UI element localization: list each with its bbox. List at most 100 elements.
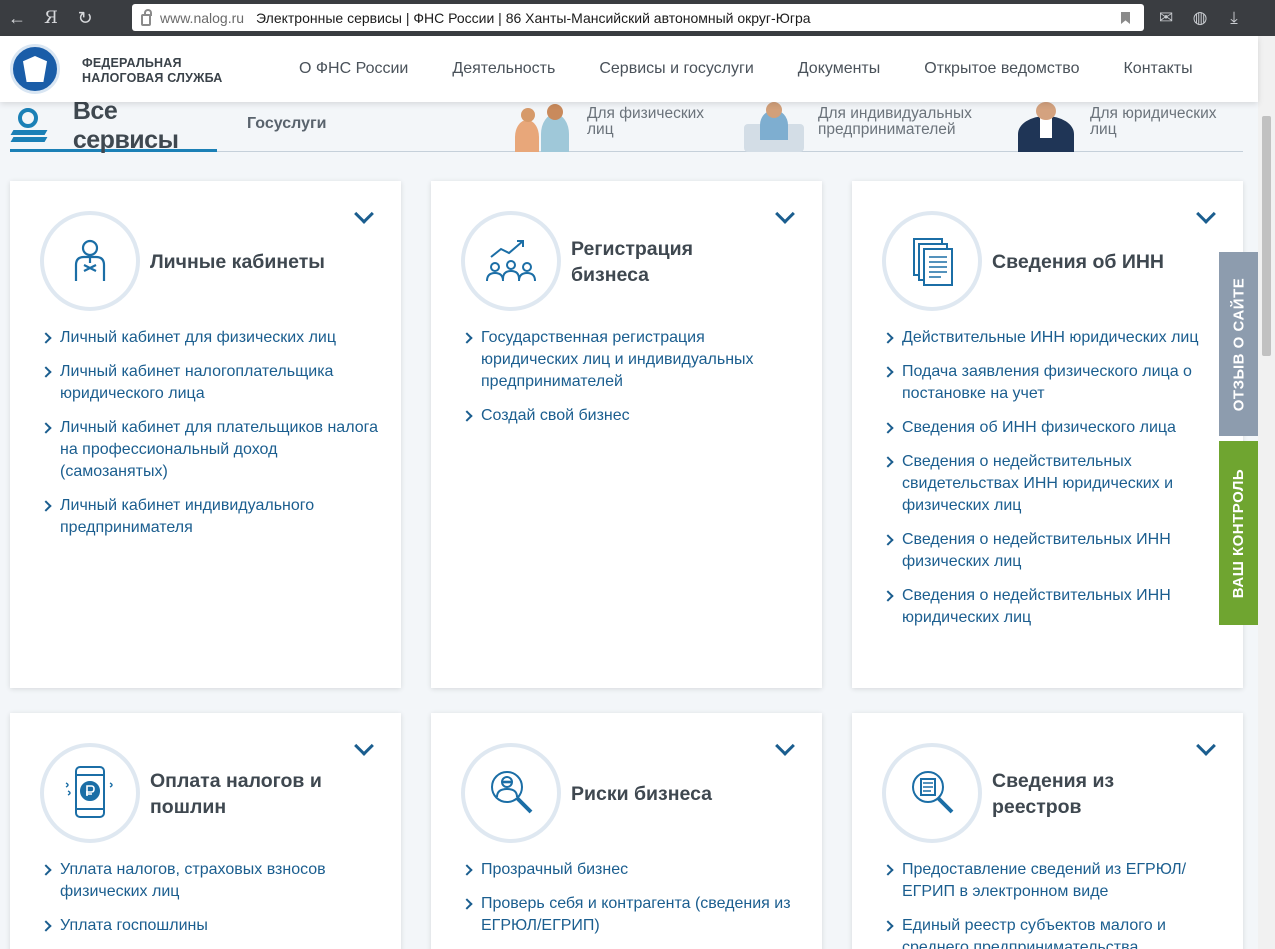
card-title[interactable]: Сведения из реестров: [992, 768, 1114, 820]
card-title-line: реестров: [992, 796, 1082, 818]
lock-icon: [132, 8, 160, 26]
card-business-risks: Риски бизнеса Прозрачный бизнес Проверь …: [431, 713, 822, 949]
phone-ruble-icon: [40, 743, 140, 843]
card-links: Личный кабинет для физических лиц Личный…: [40, 327, 379, 551]
nav-item-services[interactable]: Сервисы и госуслуги: [599, 60, 753, 78]
feedback-side-tab[interactable]: ОТЗЫВ О САЙТЕ: [1219, 252, 1258, 436]
card-links: Уплата налогов, страховых взносов физиче…: [40, 859, 379, 949]
tab-entrepreneurs[interactable]: Для индивидуальных предпринимателей: [738, 102, 998, 152]
entrepreneurs-label-line2: предпринимателей: [818, 121, 956, 138]
list-item[interactable]: Личный кабинет налогоплательщика юридиче…: [40, 361, 379, 405]
card-links: Предоставление сведений из ЕГРЮЛ/ЕГРИП в…: [882, 859, 1221, 949]
individuals-label-line2: лиц: [587, 121, 614, 138]
documents-icon: [882, 211, 982, 311]
nav-item-contacts[interactable]: Контакты: [1123, 60, 1192, 78]
mail-icon[interactable]: ✉: [1154, 6, 1178, 30]
card-title-line: Риски бизнеса: [571, 783, 713, 805]
chevron-down-icon[interactable]: [775, 204, 795, 224]
legal-entities-label-line2: лиц: [1090, 121, 1117, 138]
list-item[interactable]: Прозрачный бизнес: [461, 859, 800, 881]
chevron-down-icon[interactable]: [1196, 736, 1216, 756]
back-button[interactable]: ←: [0, 0, 34, 36]
address-bar[interactable]: www.nalog.ru Электронные сервисы | ФНС Р…: [132, 4, 1144, 31]
list-item[interactable]: Сведения об ИНН физического лица: [882, 417, 1221, 439]
list-item[interactable]: Предоставление сведений из ЕГРЮЛ/ЕГРИП в…: [882, 859, 1221, 903]
growth-chart-icon: [461, 211, 561, 311]
list-item[interactable]: Проверь себя и контрагента (сведения из …: [461, 893, 800, 937]
card-title[interactable]: Риски бизнеса: [571, 781, 712, 807]
main-nav: О ФНС России Деятельность Сервисы и госу…: [277, 36, 1215, 102]
tab-individuals[interactable]: Для физических лиц: [507, 102, 727, 152]
logo-text[interactable]: ФЕДЕРАЛЬНАЯ НАЛОГОВАЯ СЛУЖБА: [82, 56, 223, 86]
logo-text-line2: НАЛОГОВАЯ СЛУЖБА: [82, 71, 223, 85]
control-side-tab[interactable]: ВАШ КОНТРОЛЬ: [1219, 441, 1258, 625]
legal-entities-label-line1: Для юридических: [1090, 105, 1217, 122]
tab-all-services-label: Все сервисы: [72, 96, 179, 154]
list-item[interactable]: Уплата налогов, страховых взносов физиче…: [40, 859, 379, 903]
card-title[interactable]: Сведения об ИНН: [992, 249, 1164, 275]
individuals-label-line1: Для физических: [587, 105, 705, 122]
magnifier-document-icon: [882, 743, 982, 843]
page-scrollbar[interactable]: [1258, 36, 1275, 949]
fns-logo-emblem[interactable]: [10, 44, 60, 94]
scrollbar-thumb[interactable]: [1262, 116, 1271, 356]
person-icon: [40, 211, 140, 311]
services-gear-icon: [10, 106, 48, 146]
card-title[interactable]: Регистрация бизнеса: [571, 236, 693, 288]
list-item[interactable]: Сведения о недействительных ИНН юридичес…: [882, 585, 1221, 629]
list-item[interactable]: Создай свой бизнес: [461, 405, 800, 427]
card-personal-accounts: Личные кабинеты Личный кабинет для физич…: [10, 181, 401, 688]
list-item[interactable]: Действительные ИНН юридических лиц: [882, 327, 1221, 349]
list-item[interactable]: Личный кабинет для плательщиков налога н…: [40, 417, 379, 483]
globe-icon[interactable]: ◍: [1188, 6, 1212, 30]
card-business-registration: Регистрация бизнеса Государственная реги…: [431, 181, 822, 688]
card-title-line: Регистрация: [571, 238, 693, 260]
tab-legal-entities[interactable]: Для юридических лиц: [1010, 102, 1243, 152]
nav-item-documents[interactable]: Документы: [798, 60, 880, 78]
individuals-photo: [507, 102, 579, 152]
nav-item-activity[interactable]: Деятельность: [452, 60, 555, 78]
list-item[interactable]: Уплата госпошлины: [40, 915, 379, 937]
list-item[interactable]: Государственная регистрация юридических …: [461, 327, 800, 393]
chevron-down-icon[interactable]: [775, 736, 795, 756]
url-page-title: Электронные сервисы | ФНС России | 86 Ха…: [256, 9, 811, 26]
list-item[interactable]: Единый реестр субъектов малого и среднег…: [882, 915, 1221, 949]
card-title[interactable]: Личные кабинеты: [150, 249, 325, 275]
chevron-down-icon[interactable]: [354, 204, 374, 224]
browser-toolbar: ← Я ↻ www.nalog.ru Электронные сервисы |…: [0, 0, 1275, 36]
card-title-line: Оплата налогов и: [150, 770, 322, 792]
entrepreneurs-photo: [738, 102, 810, 152]
nav-item-open-agency[interactable]: Открытое ведомство: [924, 60, 1079, 78]
card-title-line: Сведения об ИНН: [992, 251, 1164, 273]
chevron-down-icon[interactable]: [354, 736, 374, 756]
list-item[interactable]: Сведения о недействительных свидетельств…: [882, 451, 1221, 517]
legal-entities-photo: [1010, 102, 1082, 152]
card-links: Прозрачный бизнес Проверь себя и контраг…: [461, 859, 800, 949]
bookmark-icon[interactable]: [1121, 12, 1130, 24]
list-item[interactable]: Подача заявления физического лица о пост…: [882, 361, 1221, 405]
nav-item-about[interactable]: О ФНС России: [299, 60, 408, 78]
card-title[interactable]: Оплата налогов и пошлин: [150, 768, 322, 820]
logo-text-line1: ФЕДЕРАЛЬНАЯ: [82, 56, 182, 70]
magnifier-person-icon: [461, 743, 561, 843]
card-links: Государственная регистрация юридических …: [461, 327, 800, 439]
site-header: ФЕДЕРАЛЬНАЯ НАЛОГОВАЯ СЛУЖБА О ФНС Росси…: [0, 36, 1258, 102]
tab-gosuslugi[interactable]: Госуслуги: [247, 115, 326, 133]
card-links: Действительные ИНН юридических лиц Подач…: [882, 327, 1221, 641]
yandex-button[interactable]: Я: [34, 0, 68, 36]
list-item[interactable]: Сведения о недействительных ИНН физическ…: [882, 529, 1221, 573]
list-item[interactable]: Личный кабинет для физических лиц: [40, 327, 379, 349]
list-item[interactable]: Личный кабинет индивидуального предприни…: [40, 495, 379, 539]
chevron-down-icon[interactable]: [1196, 204, 1216, 224]
control-side-tab-label: ВАШ КОНТРОЛЬ: [1230, 468, 1248, 598]
feedback-side-tab-label: ОТЗЫВ О САЙТЕ: [1230, 277, 1247, 411]
card-inn-info: Сведения об ИНН Действительные ИНН юриди…: [852, 181, 1243, 688]
card-title-line: пошлин: [150, 796, 227, 818]
tab-all-services[interactable]: Все сервисы: [10, 97, 217, 154]
card-registries: Сведения из реестров Предоставление свед…: [852, 713, 1243, 949]
card-title-line: Сведения из: [992, 770, 1115, 792]
download-icon[interactable]: ⤓: [1222, 6, 1246, 30]
services-tabs: Все сервисы Госуслуги Для физических лиц…: [10, 97, 1243, 154]
reload-button[interactable]: ↻: [68, 0, 102, 36]
entrepreneurs-label-line1: Для индивидуальных: [818, 105, 972, 122]
